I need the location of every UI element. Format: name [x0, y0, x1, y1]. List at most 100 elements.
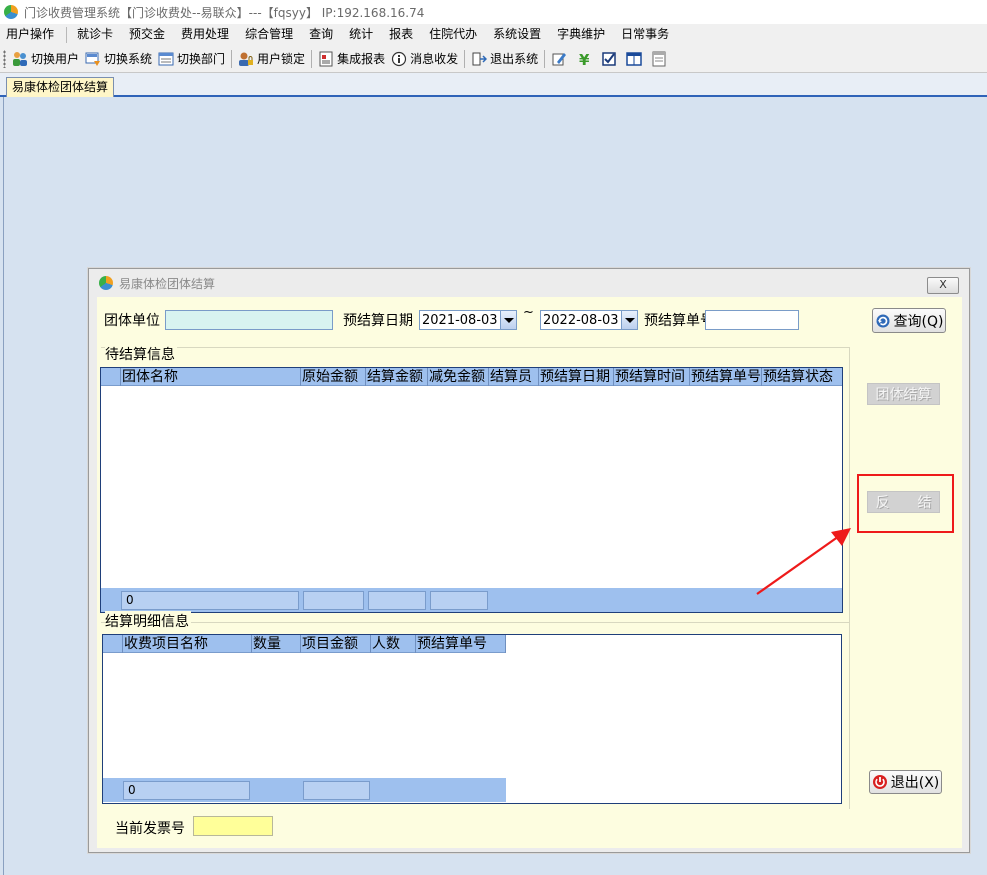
menu-user-ops[interactable]: 用户操作	[0, 24, 64, 45]
window-tool-button[interactable]	[648, 47, 673, 71]
dialog-logo-icon	[99, 276, 113, 290]
row-indicator-header	[103, 635, 123, 653]
date-to-value: 2022-08-03	[543, 313, 619, 328]
col-settle-time[interactable]: 预结算时间	[614, 368, 690, 386]
menu-general-admin[interactable]: 综合管理	[237, 24, 301, 45]
menu-statistics[interactable]: 统计	[341, 24, 381, 45]
col-fee-item-name[interactable]: 收费项目名称	[123, 635, 252, 653]
menu-reports[interactable]: 报表	[381, 24, 421, 45]
exit-system-button[interactable]: 退出系统	[468, 47, 541, 71]
details-grid-footer: 0	[103, 778, 506, 802]
details-grid[interactable]: 收费项目名称 数量 项目金额 人数 预结算单号 0	[102, 634, 842, 804]
messages-button[interactable]: 消息收发	[388, 47, 461, 71]
col-settle-date[interactable]: 预结算日期	[539, 368, 614, 386]
menu-deposit[interactable]: 预交金	[121, 24, 173, 45]
checkbox-icon	[601, 51, 617, 67]
details-section-title: 结算明细信息	[105, 611, 191, 631]
switch-system-button[interactable]: 切换系统	[82, 47, 155, 71]
yuan-currency-icon: ¥	[576, 51, 592, 69]
exit-door-icon	[471, 51, 488, 67]
switch-dept-label: 切换部门	[177, 52, 226, 66]
app-logo-icon	[4, 5, 18, 19]
toolbar-separator	[231, 49, 233, 68]
query-button-label: 查询(Q)	[893, 313, 944, 330]
tab-strip: 易康体检团体结算	[0, 73, 987, 97]
col-settled-amount[interactable]: 结算金额	[366, 368, 428, 386]
edit-tool-button[interactable]	[548, 47, 573, 71]
lock-user-label: 用户锁定	[257, 52, 306, 66]
window-titlebar: 门诊收费管理系统【门诊收费处--易联众】---【fqsyy】 IP:192.16…	[0, 0, 987, 24]
settlement-no-input[interactable]	[705, 310, 799, 330]
exit-button[interactable]: 退出(X)	[869, 770, 942, 794]
settlement-date-label: 预结算日期	[343, 313, 413, 329]
invoice-no-input[interactable]	[193, 816, 273, 836]
annotation-highlight-box	[857, 474, 954, 533]
info-icon	[391, 51, 407, 67]
col-original-amount[interactable]: 原始金额	[301, 368, 366, 386]
yuan-tool-button[interactable]: ¥	[573, 47, 598, 71]
group-settle-button[interactable]: 团体结算	[867, 383, 940, 405]
department-icon	[158, 51, 174, 67]
pending-sum-settled	[368, 591, 426, 610]
menu-bar: 用户操作 就诊卡 预交金 费用处理 综合管理 查询 统计 报表 住院代办 系统设…	[0, 24, 987, 45]
lock-user-button[interactable]: 用户锁定	[235, 47, 308, 71]
annotation-arrow-icon	[756, 528, 851, 595]
settlement-no-label: 预结算单号	[644, 313, 714, 329]
pending-sum-original	[303, 591, 364, 610]
menu-fee-processing[interactable]: 费用处理	[173, 24, 237, 45]
col-settler[interactable]: 结算员	[489, 368, 539, 386]
checkbox-tool-button[interactable]	[598, 47, 623, 71]
svg-text:¥: ¥	[579, 51, 590, 67]
toolbar-grip[interactable]	[3, 49, 6, 68]
query-button[interactable]: 查询(Q)	[872, 308, 946, 333]
menu-visit-card[interactable]: 就诊卡	[69, 24, 121, 45]
menu-separator	[66, 26, 68, 43]
toolbar-separator	[464, 49, 466, 68]
chevron-down-icon[interactable]	[621, 311, 637, 329]
tab-group-settlement[interactable]: 易康体检团体结算	[6, 77, 115, 97]
pending-grid[interactable]: 团体名称 原始金额 结算金额 减免金额 结算员 预结算日期 预结算时间 预结算单…	[100, 367, 843, 613]
row-indicator-header	[101, 368, 121, 386]
exit-button-label: 退出(X)	[890, 775, 940, 791]
edit-pencil-icon	[551, 51, 567, 67]
col-discount-amount[interactable]: 减免金额	[428, 368, 489, 386]
menu-query[interactable]: 查询	[301, 24, 341, 45]
col-quantity[interactable]: 数量	[252, 635, 301, 653]
date-from-value: 2021-08-03	[422, 313, 498, 328]
switch-system-label: 切换系统	[104, 52, 153, 66]
book-tool-button[interactable]	[623, 47, 648, 71]
window-title: 门诊收费管理系统【门诊收费处--易联众】---【fqsyy】 IP:192.16…	[24, 5, 425, 20]
menu-inpatient-agency[interactable]: 住院代办	[421, 24, 485, 45]
menu-system-settings[interactable]: 系统设置	[485, 24, 549, 45]
dialog-titlebar[interactable]: 易康体检团体结算 X	[89, 269, 969, 297]
book-icon	[626, 51, 642, 67]
dialog-close-button[interactable]: X	[927, 277, 959, 294]
menu-dictionary[interactable]: 字典维护	[549, 24, 613, 45]
date-to-picker[interactable]: 2022-08-03	[540, 310, 638, 330]
toolbar-separator	[311, 49, 313, 68]
col-settle-no[interactable]: 预结算单号	[690, 368, 762, 386]
integrated-report-label: 集成报表	[337, 52, 386, 66]
chevron-down-icon[interactable]	[500, 311, 516, 329]
report-icon	[318, 51, 334, 67]
col-group-name[interactable]: 团体名称	[121, 368, 301, 386]
pending-section-rule	[101, 347, 933, 348]
menu-daily-affairs[interactable]: 日常事务	[613, 24, 677, 45]
integrated-report-button[interactable]: 集成报表	[315, 47, 388, 71]
group-unit-label: 团体单位	[104, 313, 160, 329]
col-item-amount[interactable]: 项目金额	[301, 635, 371, 653]
details-grid-header: 收费项目名称 数量 项目金额 人数 预结算单号	[103, 635, 506, 653]
date-from-picker[interactable]: 2021-08-03	[419, 310, 517, 330]
pending-section-title: 待结算信息	[105, 344, 177, 364]
col-settle-status[interactable]: 预结算状态	[762, 368, 842, 386]
users-icon	[12, 51, 28, 67]
col-people-count[interactable]: 人数	[371, 635, 416, 653]
details-sum-amount	[303, 781, 370, 800]
switch-user-button[interactable]: 切换用户	[9, 47, 82, 71]
details-section-rule	[101, 622, 933, 623]
window-icon	[651, 51, 667, 67]
invoice-no-label: 当前发票号	[115, 821, 185, 837]
col-detail-settle-no[interactable]: 预结算单号	[416, 635, 506, 653]
group-unit-input[interactable]	[165, 310, 333, 330]
switch-dept-button[interactable]: 切换部门	[155, 47, 228, 71]
